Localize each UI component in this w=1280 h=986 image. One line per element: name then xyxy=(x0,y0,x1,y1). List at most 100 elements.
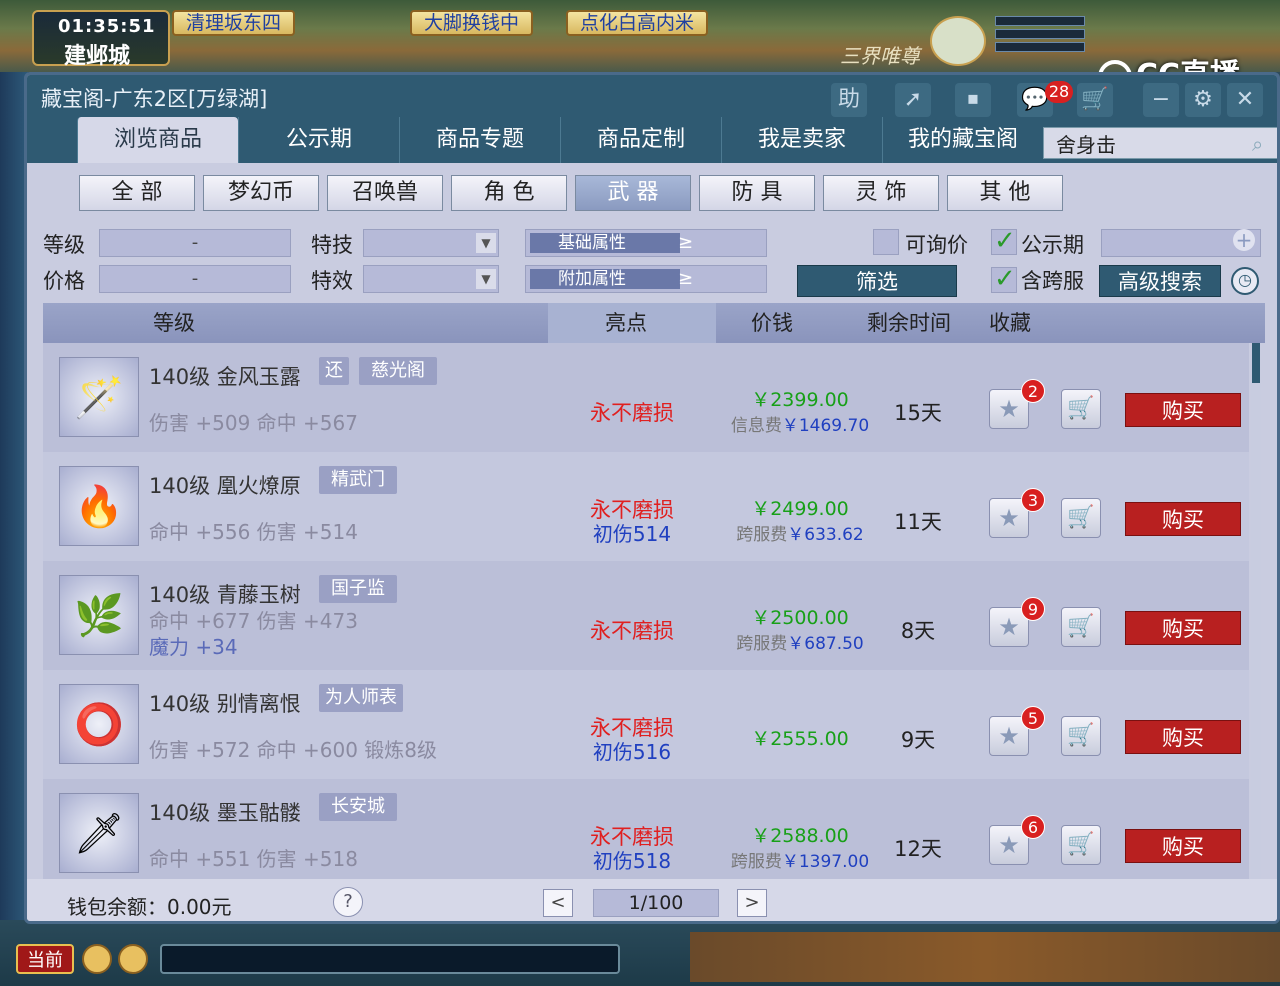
table-row[interactable]: 🌿 140级 青藤玉树 国子监 命中 +677 伤害 +473 魔力 +34 永… xyxy=(43,561,1249,670)
tab-seller[interactable]: 我是卖家 xyxy=(721,117,882,163)
tab-custom[interactable]: 商品定制 xyxy=(560,117,721,163)
current-channel-tag[interactable]: 当前 xyxy=(16,944,74,974)
item-attr: 魔力 +34 xyxy=(149,635,238,659)
quest-tag-3[interactable]: 点化白高内米 xyxy=(566,10,709,36)
quest-tag-1[interactable]: 清理坂东四 xyxy=(172,10,296,36)
item-icon[interactable]: 🌿 xyxy=(59,575,139,655)
buy-button[interactable]: 购买 xyxy=(1125,611,1241,645)
tab-topics[interactable]: 商品专题 xyxy=(399,117,560,163)
item-name: 140级 墨玉骷髅 xyxy=(149,801,301,825)
add-cart-button[interactable]: 🛒 xyxy=(1061,716,1101,756)
item-icon[interactable]: 🗡 xyxy=(59,793,139,873)
negotiable-label: 可询价 xyxy=(905,233,968,257)
table-row[interactable]: 🪄 140级 金风玉露 还 慈光阁 伤害 +509 命中 +567 永不磨损 ￥… xyxy=(43,343,1249,452)
cat-weapon[interactable]: 武 器 xyxy=(575,175,691,211)
tab-browse[interactable]: 浏览商品 xyxy=(77,117,238,163)
fee-amount: ￥1397.00 xyxy=(781,852,870,872)
filter-button[interactable]: 筛选 xyxy=(797,265,957,297)
table-row[interactable]: 🔥 140级 凰火燎原 精武门 命中 +556 伤害 +514 永不磨损 初伤5… xyxy=(43,452,1249,561)
header-highlight[interactable]: 亮点 xyxy=(605,303,647,343)
avatar[interactable] xyxy=(930,16,986,66)
item-price: ￥2500.00 xyxy=(751,607,849,629)
search-icon[interactable]: ⌕ xyxy=(1252,132,1274,156)
extra-attr-select[interactable]: 附加属性 ≥ xyxy=(525,265,767,293)
star-icon: ★ xyxy=(998,395,1020,423)
game-hotbar[interactable] xyxy=(690,932,1280,982)
item-icon[interactable]: 🪄 xyxy=(59,357,139,437)
star-icon: ★ xyxy=(998,831,1020,859)
cat-all[interactable]: 全 部 xyxy=(79,175,195,211)
chat-icon[interactable] xyxy=(118,944,148,974)
tab-public[interactable]: 公示期 xyxy=(238,117,399,163)
fee-label: 信息费 xyxy=(730,416,782,436)
public-checkbox[interactable] xyxy=(991,226,1017,256)
list-scrollbar[interactable] xyxy=(1251,343,1261,879)
effect-select[interactable]: ▼ xyxy=(363,265,499,293)
item-name: 140级 凰火燎原 xyxy=(149,474,301,498)
buy-button[interactable]: 购买 xyxy=(1125,829,1241,863)
tab-my[interactable]: 我的藏宝阁 xyxy=(882,117,1043,163)
item-icon[interactable]: 🔥 xyxy=(59,466,139,546)
header-remain[interactable]: 剩余时间 xyxy=(867,303,951,343)
favorite-count-badge: 6 xyxy=(1021,815,1045,839)
buy-button[interactable]: 购买 xyxy=(1125,720,1241,754)
cross-server-checkbox[interactable] xyxy=(991,264,1017,294)
fee-amount: ￥633.62 xyxy=(787,525,864,545)
settings-icon[interactable]: ⚙ xyxy=(1185,83,1221,117)
price-range[interactable]: - xyxy=(99,265,291,293)
help-icon[interactable]: ? xyxy=(333,887,363,917)
cat-coin[interactable]: 梦幻币 xyxy=(203,175,319,211)
skill-select[interactable]: ▼ xyxy=(363,229,499,257)
extra-attr-label: 附加属性 xyxy=(530,269,680,289)
table-row[interactable]: 🗡 140级 墨玉骷髅 长安城 命中 +551 伤害 +518 永不磨损 初伤5… xyxy=(43,779,1249,879)
cat-other[interactable]: 其 他 xyxy=(947,175,1063,211)
level-range[interactable]: - xyxy=(99,229,291,257)
buy-button[interactable]: 购买 xyxy=(1125,502,1241,536)
cat-accessory[interactable]: 灵 饰 xyxy=(823,175,939,211)
add-cart-button[interactable]: 🛒 xyxy=(1061,607,1101,647)
star-icon: ★ xyxy=(998,613,1020,641)
buy-button[interactable]: 购买 xyxy=(1125,393,1241,427)
game-clock: 01:35:51 建邺城 xyxy=(32,10,170,69)
plus-icon[interactable]: + xyxy=(1233,229,1255,251)
cart-icon[interactable]: 🛒 xyxy=(1077,83,1113,117)
header-price[interactable]: 价钱 xyxy=(751,303,793,343)
history-clock-icon[interactable]: ◷ xyxy=(1231,267,1259,295)
advanced-search-button[interactable]: 高级搜索 xyxy=(1099,265,1221,297)
wallet-balance: 钱包余额：0.00元 xyxy=(67,895,232,919)
negotiable-checkbox[interactable] xyxy=(873,229,899,255)
help-button[interactable]: 助 xyxy=(831,83,867,117)
add-cart-button[interactable]: 🛒 xyxy=(1061,498,1101,538)
item-name: 140级 金风玉露 xyxy=(149,365,301,389)
message-count-badge: 28 xyxy=(1045,81,1073,103)
table-row[interactable]: ⭕ 140级 别情离恨 为人师表 伤害 +572 命中 +600 锻炼8级 永不… xyxy=(43,670,1249,779)
add-cart-button[interactable]: 🛒 xyxy=(1061,389,1101,429)
main-tabs: 浏览商品 公示期 商品专题 商品定制 我是卖家 我的藏宝阁 xyxy=(77,117,1043,163)
window-title: 藏宝阁-广东2区[万绿湖] xyxy=(41,87,268,111)
item-tag: 慈光阁 xyxy=(359,357,437,385)
mic-icon[interactable] xyxy=(82,944,112,974)
stop-icon[interactable]: ⏹ xyxy=(955,83,991,117)
remain-time: 15天 xyxy=(894,401,942,425)
cat-role[interactable]: 角 色 xyxy=(451,175,567,211)
header-level[interactable]: 等级 xyxy=(153,303,195,343)
minimize-icon[interactable]: − xyxy=(1143,83,1179,117)
base-attr-select[interactable]: 基础属性 ≥ xyxy=(525,229,767,257)
cat-pet[interactable]: 召唤兽 xyxy=(327,175,443,211)
quest-tag-2[interactable]: 大脚换钱中 xyxy=(410,10,534,36)
add-cart-button[interactable]: 🛒 xyxy=(1061,825,1101,865)
item-icon[interactable]: ⭕ xyxy=(59,684,139,764)
item-tag: 国子监 xyxy=(319,575,397,603)
chat-input[interactable] xyxy=(160,944,620,974)
page-indicator[interactable]: 1/100 xyxy=(593,889,719,917)
header-fav[interactable]: 收藏 xyxy=(989,303,1031,343)
prev-page-button[interactable]: < xyxy=(543,889,573,917)
share-icon[interactable]: ➚ xyxy=(895,83,931,117)
cat-armor[interactable]: 防 具 xyxy=(699,175,815,211)
highlight-sub: 初伤518 xyxy=(592,849,672,873)
search-input[interactable] xyxy=(1044,128,1244,158)
scroll-thumb[interactable] xyxy=(1252,343,1260,383)
next-page-button[interactable]: > xyxy=(737,889,767,917)
item-attr: 命中 +677 伤害 +473 xyxy=(149,609,358,633)
close-icon[interactable]: ✕ xyxy=(1227,83,1263,117)
